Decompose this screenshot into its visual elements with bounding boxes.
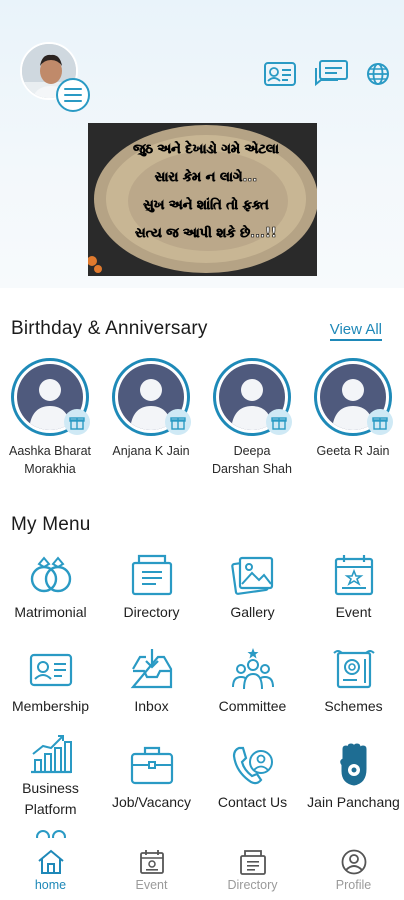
menu-item-inbox[interactable]: Inbox: [101, 646, 202, 717]
event-icon: [330, 552, 378, 598]
my-menu-title: My Menu: [11, 514, 91, 535]
birthday-person[interactable]: Deepa Darshan Shah: [202, 358, 302, 478]
nav-home[interactable]: home: [0, 848, 101, 892]
person-name: Deepa: [233, 444, 271, 458]
gallery-icon: [229, 552, 277, 598]
menu-item-committee[interactable]: Committee: [202, 646, 303, 717]
banner-line-4: સત્ય જ આપી શકે છે...!!: [135, 224, 277, 241]
banner-line-1: જુઠ અને દેખાડો ગમે એટલા: [133, 139, 279, 157]
briefcase-icon: [128, 742, 176, 788]
menu-item-label: Event: [335, 604, 372, 620]
quote-banner[interactable]: જુઠ અને દેખાડો ગમે એટલા સારા કેમ ન લાગે.…: [88, 123, 317, 276]
nav-event[interactable]: Event: [101, 848, 202, 892]
business-chart-icon: [27, 730, 75, 776]
menu-item-label: Job/Vacancy: [111, 794, 192, 810]
header-area: જુઠ અને દેખાડો ગમે એટલા સારા કેમ ન લાગે.…: [0, 0, 404, 288]
rings-icon: [27, 552, 75, 598]
birthday-list: Aashka Bharat Morakhia Anjana K Jain Deep…: [0, 358, 404, 478]
menu-item-label: Inbox: [134, 698, 169, 714]
nav-label: home: [34, 878, 67, 892]
birthday-person[interactable]: Aashka Bharat Morakhia: [0, 358, 100, 478]
home-icon: [0, 848, 101, 876]
menu-item-label: Contact Us: [217, 794, 288, 810]
menu-item-schemes[interactable]: Schemes: [303, 646, 404, 717]
menu-item-business-platform[interactable]: Business Platform: [0, 730, 101, 820]
menu-item-label: Matrimonial: [14, 604, 87, 620]
person-avatar: [213, 358, 292, 436]
directory-icon: [128, 552, 176, 598]
directory-icon: [202, 848, 303, 876]
menu-item-gallery[interactable]: Gallery: [202, 552, 303, 623]
gift-icon: [165, 409, 191, 435]
menu-item-label: Gallery: [230, 604, 275, 620]
banner-line-3: સુખ અને શાંતિ તો ફક્ત: [143, 196, 269, 213]
menu-item-directory[interactable]: Directory: [101, 552, 202, 623]
person-name: Aashka Bharat: [9, 444, 91, 458]
globe-icon[interactable]: [366, 62, 390, 86]
view-all-link[interactable]: View All: [329, 321, 382, 341]
nav-directory[interactable]: Directory: [202, 848, 303, 892]
schemes-icon: [330, 646, 378, 692]
menu-item-label: Business: [22, 780, 79, 796]
nav-label: Event: [135, 878, 168, 892]
nav-label: Directory: [227, 878, 278, 892]
gift-icon: [64, 409, 90, 435]
menu-item-label: Membership: [11, 698, 90, 714]
person-name: Geeta R Jain: [316, 444, 390, 458]
banner-line-2: સારા કેમ ન લાગે...: [155, 168, 258, 185]
person-avatar: [314, 358, 393, 436]
person-avatar: [11, 358, 90, 436]
chat-icon[interactable]: [314, 60, 348, 88]
committee-icon: [229, 646, 277, 692]
menu-item-event[interactable]: Event: [303, 552, 404, 623]
inbox-icon: [128, 646, 176, 692]
menu-item-label: Committee: [218, 698, 287, 714]
birthday-person[interactable]: Anjana K Jain: [101, 358, 201, 460]
menu-item-membership[interactable]: Membership: [0, 646, 101, 717]
menu-item-contact-us[interactable]: Contact Us: [202, 742, 303, 813]
menu-item-job-vacancy[interactable]: Job/Vacancy: [101, 742, 202, 813]
nav-profile[interactable]: Profile: [303, 848, 404, 892]
menu-item-matrimonial[interactable]: Matrimonial: [0, 552, 101, 623]
birthday-section-title: Birthday & Anniversary: [11, 318, 208, 339]
birthday-person[interactable]: Geeta R Jain: [303, 358, 403, 460]
membership-card-icon: [27, 646, 75, 692]
hamburger-icon: [64, 88, 82, 102]
id-card-icon[interactable]: [264, 61, 296, 87]
contact-phone-icon: [229, 742, 277, 788]
gift-icon: [367, 409, 393, 435]
event-icon: [101, 848, 202, 876]
menu-item-label: Jain Panchang: [307, 794, 400, 810]
jain-hand-icon: [330, 742, 378, 788]
gift-icon: [266, 409, 292, 435]
hamburger-menu-button[interactable]: [56, 78, 90, 112]
profile-icon: [303, 848, 404, 876]
menu-item-label: Schemes: [324, 698, 383, 714]
status-bar: [0, 0, 404, 34]
bottom-nav: home Event Directory Profile: [0, 838, 404, 900]
person-avatar: [112, 358, 191, 436]
menu-item-jain-panchang[interactable]: Jain Panchang: [303, 742, 404, 813]
menu-item-label: Directory: [123, 604, 180, 620]
person-name-line2: Darshan Shah: [212, 462, 292, 476]
menu-item-label-line2: Platform: [24, 801, 77, 817]
profile-avatar[interactable]: [20, 42, 90, 112]
person-name: Anjana K Jain: [112, 444, 190, 458]
person-name-line2: Morakhia: [24, 462, 76, 476]
nav-label: Profile: [335, 878, 372, 892]
